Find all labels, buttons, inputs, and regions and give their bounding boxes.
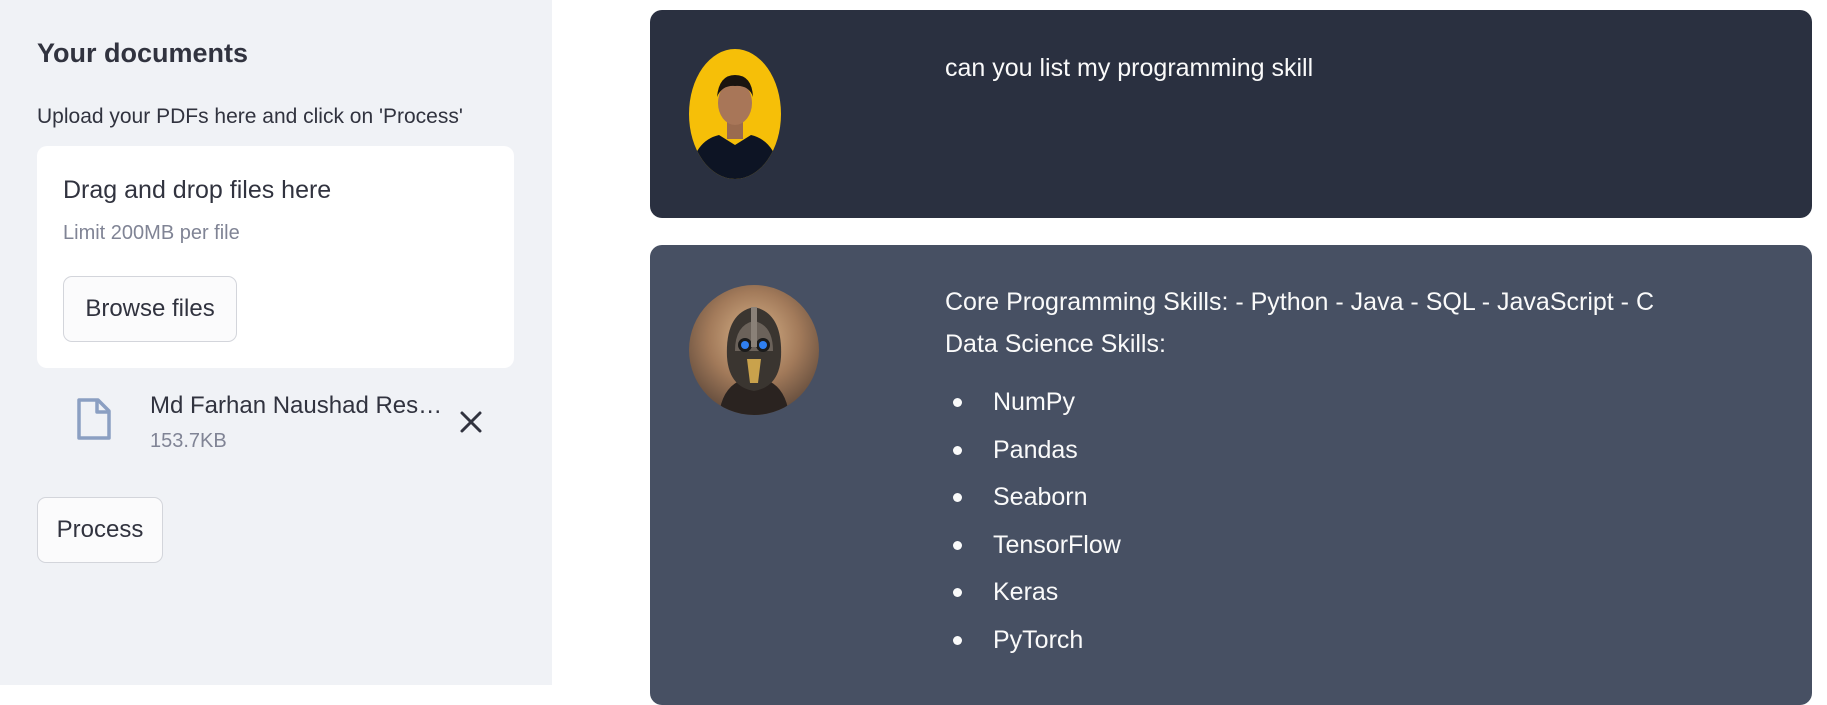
list-item: PyTorch [945, 625, 1121, 673]
user-avatar [689, 49, 781, 179]
uploaded-file-size: 153.7KB [150, 430, 227, 452]
bot-message-line: Core Programming Skills: - Python - Java… [945, 288, 1654, 316]
robot-avatar-icon [689, 285, 819, 415]
sidebar: Your documents Upload your PDFs here and… [0, 0, 552, 685]
bot-message: Core Programming Skills: - Python - Java… [650, 245, 1812, 705]
user-message: can you list my programming skill [650, 10, 1812, 218]
file-icon [76, 398, 112, 440]
close-icon[interactable] [458, 409, 484, 435]
list-item: Seaborn [945, 482, 1121, 530]
file-dropzone[interactable]: Drag and drop files here Limit 200MB per… [37, 146, 514, 368]
sidebar-title: Your documents [37, 38, 249, 68]
list-item: Pandas [945, 435, 1121, 483]
uploaded-file-name: Md Farhan Naushad Resume.pdf [150, 392, 455, 419]
bot-message-line: Data Science Skills: [945, 330, 1166, 358]
dropzone-label: Drag and drop files here [63, 176, 332, 204]
list-item: Keras [945, 577, 1121, 625]
dropzone-limit: Limit 200MB per file [63, 222, 240, 244]
list-item: NumPy [945, 387, 1121, 435]
process-button[interactable]: Process [37, 497, 163, 563]
sidebar-subtitle: Upload your PDFs here and click on 'Proc… [37, 105, 463, 128]
user-message-text: can you list my programming skill [945, 54, 1314, 82]
list-item: TensorFlow [945, 530, 1121, 578]
browse-files-button[interactable]: Browse files [63, 276, 237, 342]
skills-list: NumPy Pandas Seaborn TensorFlow Keras Py… [945, 387, 1121, 672]
